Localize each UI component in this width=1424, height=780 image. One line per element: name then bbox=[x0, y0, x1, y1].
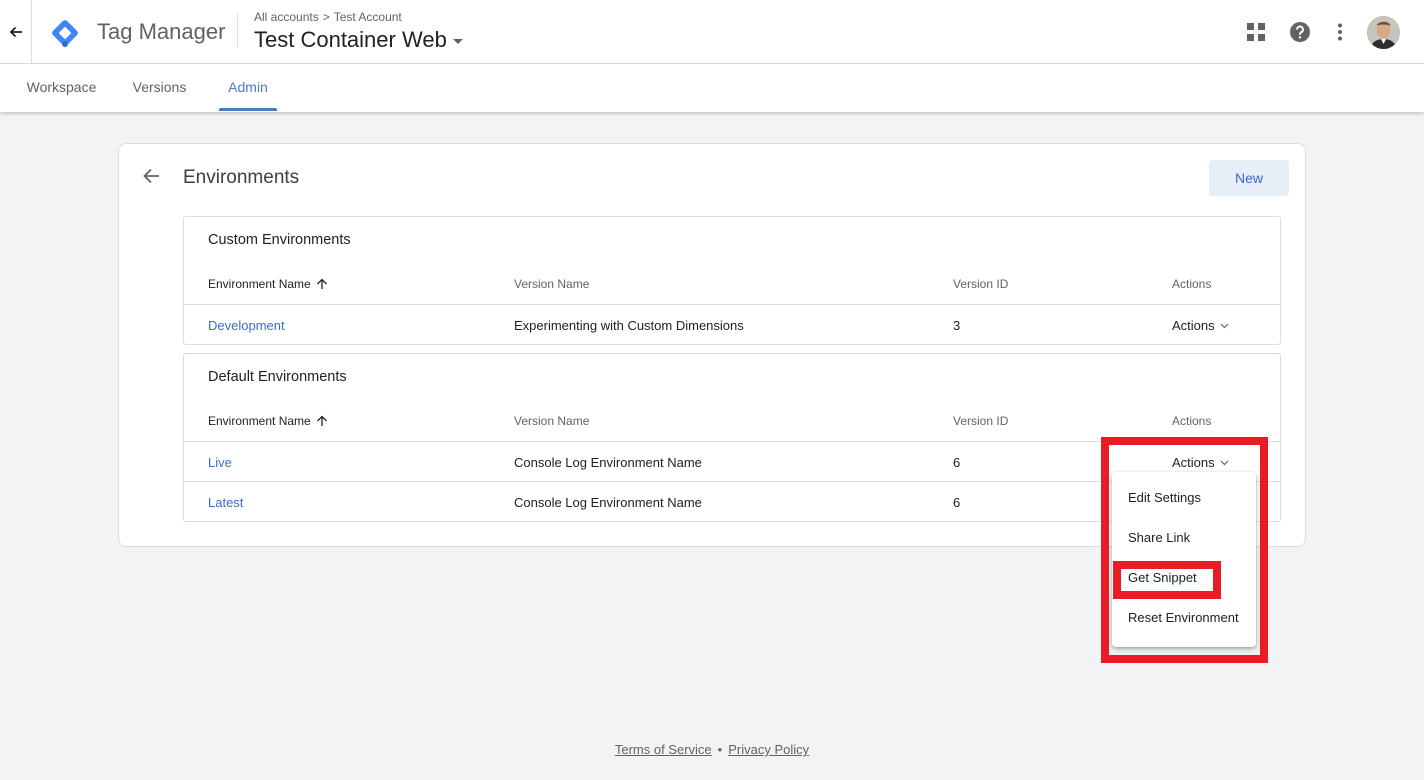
environment-name-link[interactable]: Live bbox=[208, 455, 232, 470]
chevron-down-icon bbox=[1220, 323, 1229, 328]
column-header-label: Environment Name bbox=[208, 414, 311, 428]
breadcrumb: All accounts > Test Account bbox=[254, 10, 402, 24]
tag-manager-logo-icon bbox=[48, 16, 82, 50]
container-name: Test Container Web bbox=[254, 27, 447, 52]
avatar[interactable] bbox=[1367, 16, 1400, 49]
tab-versions[interactable]: Versions bbox=[131, 64, 188, 112]
custom-environments-section: Custom Environments Environment Name Ver… bbox=[183, 216, 1281, 345]
page-title: Environments bbox=[183, 167, 300, 188]
column-header-version-name: Version Name bbox=[514, 277, 590, 291]
footer-separator: • bbox=[717, 742, 723, 757]
actions-dropdown[interactable]: Actions bbox=[1172, 318, 1229, 333]
section-title: Default Environments bbox=[208, 369, 347, 385]
column-header-actions: Actions bbox=[1172, 414, 1212, 428]
container-selector[interactable]: Test Container Web bbox=[254, 27, 463, 53]
footer: Terms of Service • Privacy Policy bbox=[0, 742, 1424, 757]
privacy-policy-link[interactable]: Privacy Policy bbox=[728, 742, 809, 757]
breadcrumb-separator: > bbox=[322, 10, 330, 24]
version-name: Experimenting with Custom Dimensions bbox=[514, 318, 744, 333]
column-header-label: Environment Name bbox=[208, 277, 311, 291]
tab-admin[interactable]: Admin bbox=[219, 64, 277, 112]
version-name: Console Log Environment Name bbox=[514, 495, 702, 510]
back-icon[interactable] bbox=[140, 165, 162, 187]
version-id: 3 bbox=[953, 318, 961, 333]
environment-name-link[interactable]: Latest bbox=[208, 495, 243, 510]
caret-down-icon bbox=[452, 39, 463, 44]
highlight-box-get-snippet bbox=[1113, 561, 1221, 599]
version-id: 6 bbox=[953, 455, 961, 470]
actions-menu: Edit Settings Share Link Get Snippet Res… bbox=[1112, 472, 1256, 647]
tab-workspace[interactable]: Workspace bbox=[24, 64, 99, 112]
active-tab-indicator bbox=[219, 108, 277, 111]
product-name: Tag Manager bbox=[97, 19, 226, 44]
menu-item-edit-settings[interactable]: Edit Settings bbox=[1128, 490, 1201, 505]
column-header-environment-name[interactable]: Environment Name bbox=[208, 414, 328, 428]
more-vert-icon[interactable] bbox=[1328, 20, 1352, 44]
tab-bar: Workspace Versions Admin bbox=[0, 64, 1424, 112]
column-header-version-id: Version ID bbox=[953, 277, 1009, 291]
actions-label: Actions bbox=[1172, 318, 1215, 333]
menu-item-reset-environment[interactable]: Reset Environment bbox=[1128, 610, 1239, 625]
sort-arrow-up-icon bbox=[316, 415, 327, 426]
column-header-environment-name[interactable]: Environment Name bbox=[208, 277, 328, 291]
back-arrow-icon[interactable] bbox=[0, 0, 32, 64]
terms-of-service-link[interactable]: Terms of Service bbox=[615, 742, 712, 757]
sort-arrow-up-icon bbox=[316, 278, 327, 289]
section-title: Custom Environments bbox=[208, 232, 351, 248]
column-header-version-id: Version ID bbox=[953, 414, 1009, 428]
menu-item-share-link[interactable]: Share Link bbox=[1128, 530, 1190, 545]
column-header-version-name: Version Name bbox=[514, 414, 590, 428]
breadcrumb-account[interactable]: Test Account bbox=[334, 10, 402, 24]
new-button[interactable]: New bbox=[1209, 160, 1289, 196]
header-divider bbox=[237, 14, 238, 48]
apps-grid-icon[interactable] bbox=[1244, 20, 1268, 44]
environment-name-link[interactable]: Development bbox=[208, 318, 285, 333]
breadcrumb-all-accounts[interactable]: All accounts bbox=[254, 10, 319, 24]
help-icon[interactable] bbox=[1288, 20, 1312, 44]
version-name: Console Log Environment Name bbox=[514, 455, 702, 470]
table-row: Development Experimenting with Custom Di… bbox=[184, 304, 1280, 344]
version-id: 6 bbox=[953, 495, 961, 510]
column-header-actions: Actions bbox=[1172, 277, 1212, 291]
app-header: Tag Manager All accounts > Test Account … bbox=[0, 0, 1424, 64]
